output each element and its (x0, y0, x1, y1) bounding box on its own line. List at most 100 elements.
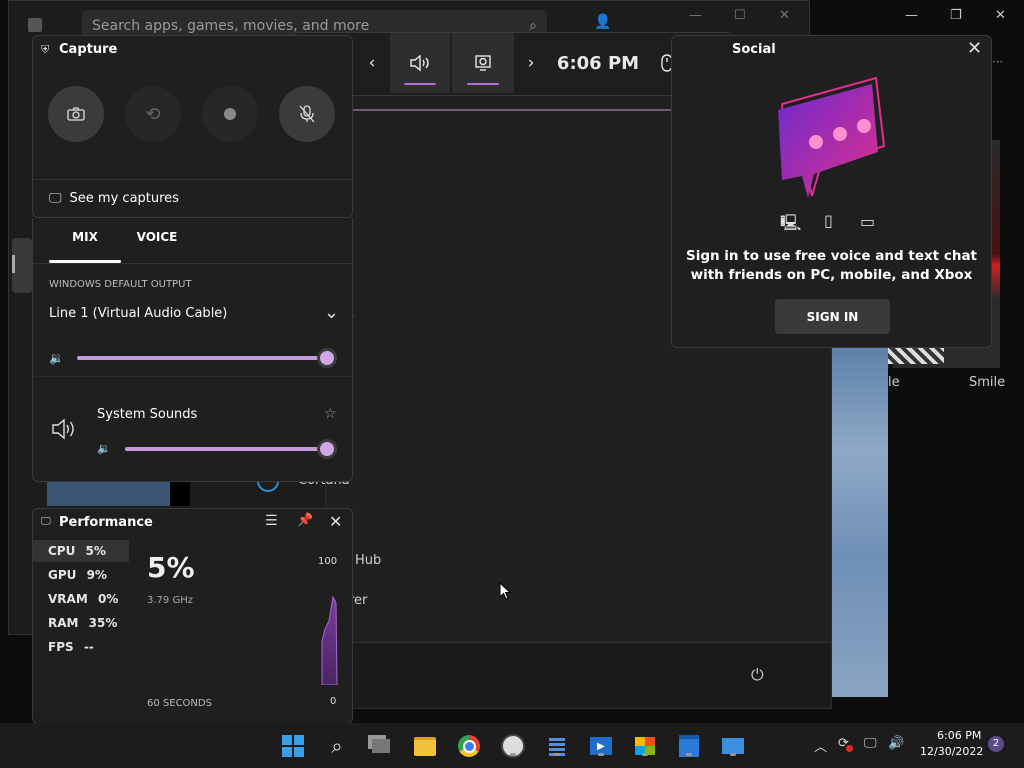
start-recording-button[interactable] (202, 86, 258, 142)
master-volume-icon: 🔉 (49, 351, 64, 365)
screenshot-button[interactable] (48, 86, 104, 142)
graph-x-label: 60 SECONDS (147, 698, 212, 709)
capture-widget: ⛨ Capture ⟲ 🖵 See my captures (32, 35, 353, 218)
background-side-marker-accent (12, 255, 15, 273)
background-thumb-label-2: Smile (969, 375, 1006, 390)
capture-widget-button[interactable] (452, 33, 514, 93)
notification-badge[interactable]: 2 (988, 736, 1004, 752)
audio-divider (33, 376, 352, 377)
file-explorer-button[interactable] (412, 733, 438, 759)
tab-voice-label: VOICE (136, 230, 178, 244)
favorite-star-icon[interactable]: ☆ (324, 406, 337, 422)
output-device-select[interactable]: Line 1 (Virtual Audio Cable) ⌄ (49, 302, 339, 330)
mobile-icon: ▯ (824, 211, 833, 230)
taskbar-search-button[interactable]: ⌕ (324, 733, 350, 759)
background-thumbnail-dark (170, 482, 190, 506)
performance-options-icon[interactable]: ☰ (265, 513, 278, 529)
game-bar-toolbar: ‹ › 6:06 PM ⚙ (293, 32, 733, 96)
record-last-button[interactable]: ⟲ (125, 86, 181, 142)
media-player-button[interactable]: ▶ (588, 733, 614, 759)
pc-icon: 🖳 (780, 213, 802, 232)
app-volume-slider[interactable] (125, 439, 337, 459)
sign-in-button[interactable]: SIGN IN (775, 299, 890, 334)
task-view-icon (372, 739, 390, 753)
running-indicator (730, 753, 736, 756)
master-volume-thumb[interactable] (317, 348, 337, 368)
outer-close-icon[interactable]: ✕ (995, 8, 1006, 23)
power-icon[interactable]: ⏻ (751, 665, 764, 685)
calendar-button[interactable] (676, 733, 702, 759)
app-speaker-icon (52, 418, 74, 440)
tab-voice[interactable]: VOICE (129, 230, 185, 262)
performance-title: Performance (59, 515, 153, 530)
master-volume-track (77, 356, 337, 360)
app-volume-thumb[interactable] (317, 439, 337, 459)
performance-close-icon[interactable]: ✕ (329, 512, 342, 531)
windows-logo-icon (282, 735, 304, 757)
start-button[interactable] (280, 733, 306, 759)
side-more-icon[interactable]: ⋯ (992, 55, 1003, 68)
volume-icon[interactable]: 🔊 (888, 736, 904, 751)
record-dot-icon (224, 108, 236, 120)
performance-widget-icon: 🖵 (41, 516, 51, 527)
mic-off-icon (299, 105, 315, 123)
pin-icon[interactable]: 📌 (297, 513, 313, 528)
chevron-left-icon: ‹ (368, 53, 376, 73)
taskbar: ⌕ ▶ ︿ ⟳ 🖵 🔊 6:06 PM 12/30/2022 2 (0, 723, 1024, 768)
taskbar-time[interactable]: 6:06 PM (937, 729, 981, 742)
metric-vram[interactable]: VRAM 0% (33, 588, 129, 610)
running-indicator (554, 753, 560, 756)
metric-gpu[interactable]: GPU 9% (33, 564, 129, 586)
metric-vram-label: VRAM (48, 592, 88, 606)
background-blue-image (832, 345, 888, 697)
capture-widget-icon: ⛨ (41, 43, 50, 56)
clock-app-button[interactable] (500, 733, 526, 759)
social-message-line-1: Sign in to use free voice and text chat (685, 248, 978, 264)
task-view-button[interactable] (368, 733, 394, 759)
social-title: Social (732, 42, 776, 57)
minimize-icon[interactable]: — (689, 8, 702, 23)
taskbar-search-icon: ⌕ (331, 734, 343, 758)
tab-mix[interactable]: MIX (49, 230, 121, 262)
metric-fps-value: -- (83, 640, 94, 654)
maximize-icon[interactable]: ☐ (734, 8, 746, 23)
close-icon[interactable]: ✕ (779, 8, 790, 23)
metric-fps[interactable]: FPS -- (33, 636, 129, 658)
tray-overflow-icon[interactable]: ︿ (814, 736, 827, 755)
graph-y-min: 0 (330, 696, 337, 707)
social-message-line-2: with friends on PC, mobile, and Xbox (690, 267, 973, 283)
previous-widget-button[interactable]: ‹ (356, 33, 388, 93)
performance-widget: 🖵 Performance ☰ 📌 ✕ CPU 5% GPU 9% VRAM 0… (32, 508, 353, 724)
metric-ram-label: RAM (48, 616, 79, 630)
social-close-icon[interactable]: ✕ (967, 38, 982, 59)
chrome-icon (458, 735, 480, 757)
speaker-icon (410, 54, 429, 72)
outer-restore-icon[interactable]: ❐ (950, 8, 962, 23)
mic-toggle-button[interactable] (279, 86, 335, 142)
network-icon[interactable]: 🖵 (864, 736, 877, 751)
master-volume-slider[interactable] (77, 348, 337, 368)
metric-ram[interactable]: RAM 35% (33, 612, 129, 634)
capture-active-indicator (467, 83, 499, 85)
tabs-divider (33, 263, 352, 264)
metric-gpu-value: 9% (86, 568, 107, 582)
taskbar-date[interactable]: 12/30/2022 (920, 745, 983, 758)
audio-widget-button[interactable] (390, 33, 450, 93)
app-name: System Sounds (97, 407, 198, 422)
running-indicator (686, 753, 692, 756)
running-indicator (598, 753, 604, 756)
chrome-button[interactable] (456, 733, 482, 759)
store-button[interactable] (632, 733, 658, 759)
mail-button[interactable] (720, 733, 746, 759)
calculator-button[interactable] (544, 733, 570, 759)
sign-in-label: SIGN IN (806, 309, 859, 324)
next-widget-button[interactable]: › (516, 33, 546, 93)
outer-minimize-icon[interactable]: — (905, 8, 918, 23)
app-volume-track (125, 447, 337, 451)
metric-vram-value: 0% (97, 592, 119, 606)
metric-cpu[interactable]: CPU 5% (33, 540, 129, 562)
game-bar-clock: 6:06 PM (556, 52, 640, 74)
background-checker-image (888, 348, 944, 364)
see-captures-link[interactable]: 🖵 See my captures (33, 180, 352, 217)
user-icon[interactable]: 👤 (594, 14, 611, 30)
